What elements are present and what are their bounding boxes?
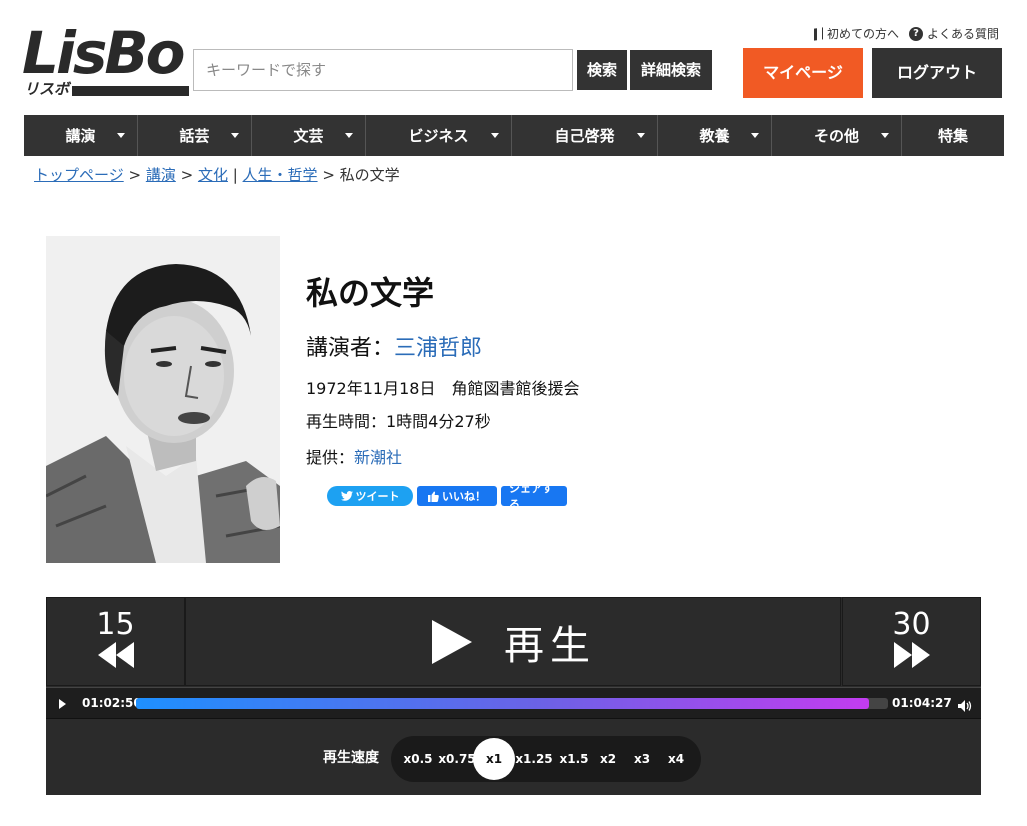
nav-item-label: 特集 bbox=[937, 127, 968, 145]
volume-icon[interactable] bbox=[958, 697, 972, 716]
duration: 再生時間：1時間4分27秒 bbox=[306, 412, 491, 431]
speed-option[interactable]: x1 bbox=[473, 738, 515, 780]
faq-label: よくある質問 bbox=[926, 27, 999, 41]
nav-item-label: 講演 bbox=[65, 127, 96, 145]
nav-item-other[interactable]: その他 bbox=[772, 115, 902, 156]
logout-button[interactable]: ログアウト bbox=[872, 48, 1002, 98]
total-time: 01:04:27 bbox=[892, 696, 952, 710]
skip-back-seconds: 15 bbox=[96, 607, 135, 642]
like-button[interactable]: いいね！ bbox=[417, 486, 497, 506]
help-links: 初めての方へ ? よくある質問 bbox=[813, 25, 999, 42]
nav-item-label: 教養 bbox=[699, 127, 730, 145]
breadcrumb-separator: > bbox=[175, 166, 198, 184]
breadcrumb: トップページ > 講演 > 文化 | 人生・哲学 > 私の文学 bbox=[34, 164, 400, 185]
nav-item-literature[interactable]: 文芸 bbox=[252, 115, 366, 156]
search-button[interactable]: 検索 bbox=[577, 50, 627, 90]
breadcrumb-separator: | bbox=[227, 166, 243, 184]
speed-option[interactable]: x3 bbox=[627, 736, 657, 782]
share-label: シェアする bbox=[509, 482, 553, 511]
speaker-link[interactable]: 三浦哲郎 bbox=[394, 336, 482, 361]
breadcrumb-lecture-link[interactable]: 講演 bbox=[146, 166, 176, 184]
play-button[interactable]: 再生 bbox=[185, 597, 841, 686]
nav-item-self-improvement[interactable]: 自己啓発 bbox=[512, 115, 658, 156]
social-buttons: ツイート いいね！ シェアする bbox=[327, 482, 567, 511]
logo-subtext: リスボ bbox=[24, 80, 70, 98]
breadcrumb-culture-link[interactable]: 文化 bbox=[198, 166, 228, 184]
caret-down-icon bbox=[117, 133, 125, 138]
lisbo-logo[interactable]: LisBo リスボ bbox=[22, 19, 189, 100]
logo-bar bbox=[72, 86, 189, 96]
tweet-button[interactable]: ツイート bbox=[327, 486, 413, 506]
speed-selector: x0.5 x0.75 x1 x1.25 x1.5 x2 x3 x4 bbox=[391, 736, 701, 782]
skip-forward-button[interactable]: 30 bbox=[842, 597, 981, 686]
nav-item-label: ビジネス bbox=[408, 127, 469, 145]
caret-down-icon bbox=[881, 133, 889, 138]
caret-down-icon bbox=[491, 133, 499, 138]
nav-item-label: 自己啓発 bbox=[554, 127, 615, 145]
speed-option[interactable]: x0.5 bbox=[400, 736, 436, 782]
provider-line: 提供：新潮社 bbox=[306, 444, 402, 468]
speed-option[interactable]: x0.75 bbox=[437, 736, 477, 782]
speaker-line: 講演者：三浦哲郎 bbox=[306, 330, 482, 362]
advanced-search-button[interactable]: 詳細検索 bbox=[630, 50, 712, 90]
rewind-icon bbox=[47, 642, 184, 672]
search-input[interactable] bbox=[193, 49, 573, 91]
breadcrumb-top-link[interactable]: トップページ bbox=[34, 166, 124, 184]
play-icon bbox=[432, 619, 472, 664]
speaker-prefix: 講演者： bbox=[306, 336, 395, 361]
twitter-bird-icon bbox=[340, 491, 353, 501]
skip-forward-seconds: 30 bbox=[892, 607, 931, 642]
nav-item-label: その他 bbox=[813, 127, 859, 145]
breadcrumb-separator: > bbox=[123, 166, 146, 184]
nav-item-label: 話芸 bbox=[179, 127, 210, 145]
first-time-link[interactable]: 初めての方へ bbox=[813, 25, 899, 42]
date-venue: 1972年11月18日 角館図書館後援会 bbox=[306, 379, 580, 398]
play-label: 再生 bbox=[504, 622, 596, 669]
lecture-title: 私の文学 bbox=[306, 274, 435, 312]
like-label: いいね！ bbox=[442, 490, 486, 503]
provider-prefix: 提供： bbox=[306, 448, 355, 467]
speed-option[interactable]: x2 bbox=[593, 736, 623, 782]
logo-text: LisBo bbox=[22, 19, 185, 87]
breadcrumb-current: 私の文学 bbox=[339, 166, 400, 184]
breadcrumb-separator: > bbox=[317, 166, 340, 184]
share-button[interactable]: シェアする bbox=[501, 482, 567, 511]
progress-bar[interactable] bbox=[136, 698, 888, 709]
speed-option[interactable]: x1.5 bbox=[556, 736, 592, 782]
category-nav: 講演 話芸 文芸 ビジネス 自己啓発 教養 その他 特集 bbox=[24, 115, 1004, 156]
small-play-icon[interactable] bbox=[59, 699, 66, 709]
first-time-label: 初めての方へ bbox=[826, 27, 899, 41]
nav-item-storytelling[interactable]: 話芸 bbox=[138, 115, 252, 156]
speed-option[interactable]: x1.25 bbox=[514, 736, 554, 782]
beginner-mark-icon bbox=[813, 26, 823, 41]
speed-option[interactable]: x4 bbox=[661, 736, 691, 782]
thumbs-up-icon bbox=[428, 491, 439, 502]
progress-fill bbox=[136, 698, 870, 709]
nav-item-liberal-arts[interactable]: 教養 bbox=[658, 115, 772, 156]
skip-back-button[interactable]: 15 bbox=[46, 597, 185, 686]
nav-item-label: 文芸 bbox=[293, 127, 324, 145]
tweet-label: ツイート bbox=[355, 490, 400, 503]
caret-down-icon bbox=[345, 133, 353, 138]
audio-player: 15 再生 30 01:02:50 01:04:27 再生速度 x0.5 x0.7… bbox=[46, 597, 981, 795]
speed-row: 再生速度 x0.5 x0.75 x1 x1.25 x1.5 x2 x3 x4 bbox=[46, 720, 981, 795]
breadcrumb-life-link[interactable]: 人生・哲学 bbox=[243, 166, 318, 184]
caret-down-icon bbox=[231, 133, 239, 138]
current-time: 01:02:50 bbox=[82, 696, 142, 710]
speaker-portrait bbox=[46, 236, 280, 563]
nav-item-feature[interactable]: 特集 bbox=[902, 115, 1004, 156]
faq-link[interactable]: ? よくある質問 bbox=[908, 25, 999, 42]
speed-label: 再生速度 bbox=[323, 750, 379, 766]
control-bar: 01:02:50 01:04:27 bbox=[46, 687, 981, 719]
fast-forward-icon bbox=[843, 642, 980, 672]
nav-item-lecture[interactable]: 講演 bbox=[24, 115, 138, 156]
caret-down-icon bbox=[637, 133, 645, 138]
provider-link[interactable]: 新潮社 bbox=[354, 448, 402, 467]
mypage-button[interactable]: マイページ bbox=[743, 48, 863, 98]
question-icon: ? bbox=[908, 26, 923, 41]
caret-down-icon bbox=[751, 133, 759, 138]
nav-item-business[interactable]: ビジネス bbox=[366, 115, 512, 156]
